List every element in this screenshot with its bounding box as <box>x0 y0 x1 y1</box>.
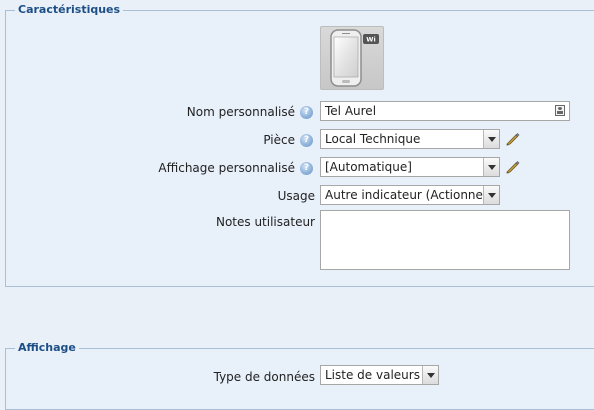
data-type-select[interactable]: Liste de valeurs <box>320 365 439 385</box>
name-input[interactable]: Tel Aurel <box>320 101 570 121</box>
svg-text:Wi: Wi <box>366 36 375 44</box>
chevron-down-icon[interactable] <box>483 130 499 148</box>
chevron-down-icon[interactable] <box>483 186 499 204</box>
pencil-icon[interactable] <box>504 131 520 147</box>
device-image[interactable]: Wi <box>320 26 384 90</box>
room-label: Pièce <box>263 133 295 147</box>
chevron-down-icon[interactable] <box>422 366 438 384</box>
help-icon[interactable]: ? <box>300 106 313 119</box>
room-select[interactable]: Local Technique <box>320 129 500 149</box>
display-label: Affichage personnalisé <box>158 161 295 175</box>
name-label: Nom personnalisé <box>186 105 295 119</box>
help-icon[interactable]: ? <box>300 134 313 147</box>
usage-select[interactable]: Autre indicateur (Actionneur) <box>320 185 500 205</box>
display-select-value: [Automatique] <box>325 160 412 174</box>
room-select-value: Local Technique <box>325 132 421 146</box>
display-legend: Affichage <box>15 341 79 355</box>
usage-select-value: Autre indicateur (Actionneur) <box>325 188 500 202</box>
data-type-select-value: Liste de valeurs <box>325 368 420 382</box>
smartphone-wifi-icon: Wi <box>330 29 379 87</box>
data-type-label: Type de données <box>213 370 315 384</box>
name-input-value: Tel Aurel <box>325 104 377 118</box>
notes-label: Notes utilisateur <box>215 215 315 229</box>
contact-card-icon[interactable] <box>555 105 565 116</box>
chevron-down-icon[interactable] <box>483 158 499 176</box>
usage-label: Usage <box>277 189 315 203</box>
display-select[interactable]: [Automatique] <box>320 157 500 177</box>
notes-textarea[interactable] <box>320 210 570 270</box>
characteristics-legend: Caractéristiques <box>15 3 124 17</box>
help-icon[interactable]: ? <box>300 162 313 175</box>
pencil-icon[interactable] <box>504 159 520 175</box>
